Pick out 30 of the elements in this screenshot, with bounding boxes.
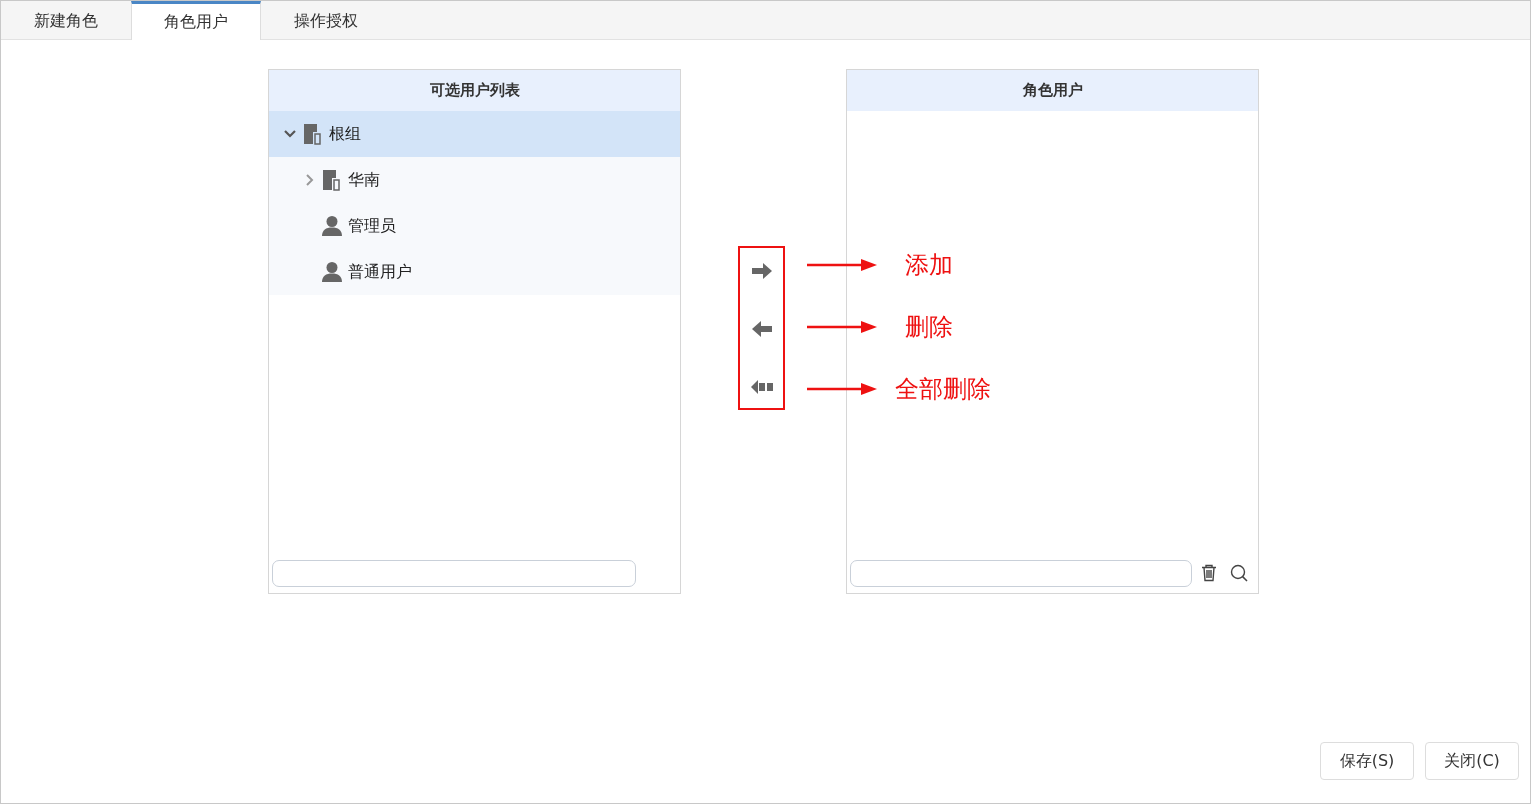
trash-icon[interactable]	[1200, 564, 1218, 582]
panel-title: 可选用户列表	[269, 70, 680, 111]
transfer-button[interactable]	[750, 319, 773, 339]
arrow-left-icon	[751, 321, 772, 337]
tree-item[interactable]: 华南	[269, 157, 680, 203]
arrow-left-bars-icon	[750, 380, 773, 394]
transfer-button[interactable]	[750, 261, 773, 281]
panel-title: 角色用户	[847, 70, 1258, 111]
annotation-label: 全部删除	[895, 374, 991, 405]
annotation-arrow	[807, 320, 877, 334]
tab[interactable]: 操作授权	[261, 1, 391, 39]
annotation-label: 删除	[905, 312, 953, 343]
dialog-button[interactable]: 关闭(C)	[1425, 742, 1519, 780]
dialog-button[interactable]: 保存(S)	[1320, 742, 1414, 780]
tab[interactable]: 新建角色	[1, 1, 131, 39]
annotation-label: 添加	[905, 250, 953, 281]
search-field[interactable]	[272, 559, 636, 587]
tab[interactable]: 角色用户	[131, 1, 261, 40]
user-icon	[322, 215, 342, 237]
building-icon	[322, 169, 342, 191]
arrow-right-icon	[751, 263, 772, 279]
annotation-arrow	[807, 258, 877, 272]
building-icon	[303, 123, 323, 145]
tree-item[interactable]: 根组	[269, 111, 680, 157]
tree-item[interactable]: 普通用户	[269, 249, 680, 295]
search-icon[interactable]	[1230, 564, 1248, 582]
user-icon	[322, 261, 342, 283]
tree-item[interactable]: 管理员	[269, 203, 680, 249]
annotation-arrow	[807, 382, 877, 396]
search-field[interactable]	[850, 559, 1192, 587]
